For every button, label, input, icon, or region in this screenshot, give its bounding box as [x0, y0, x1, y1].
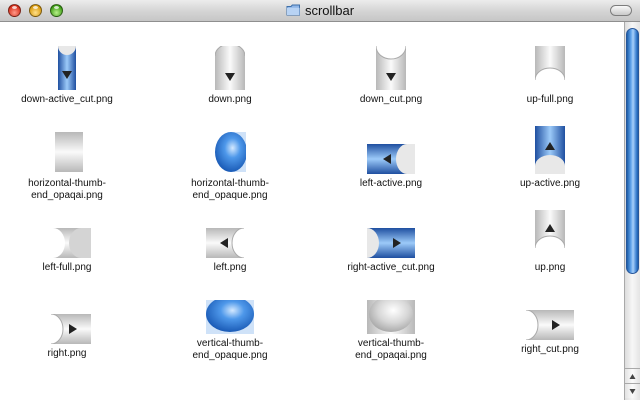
file-name-label: left-active.png: [359, 178, 423, 189]
left-full-preview-icon: [43, 228, 91, 258]
window-title: scrollbar: [304, 3, 355, 18]
file-name-label: left.png: [213, 262, 247, 273]
up-full-preview-icon: [535, 46, 565, 90]
file-name-label: right_cut.png: [521, 344, 579, 355]
file-name-label: vertical-thumb- end_opaque.png: [192, 338, 268, 361]
file-name-label: vertical-thumb- end_opaqai.png: [355, 338, 427, 361]
file-item[interactable]: down_cut.png: [316, 46, 466, 106]
file-item[interactable]: up-full.png: [475, 46, 625, 106]
scroll-thumb[interactable]: [626, 28, 639, 274]
file-item[interactable]: left-active.png: [316, 144, 466, 190]
down-cut-preview-icon: [376, 46, 406, 90]
right-preview-icon: [43, 314, 91, 344]
down-active-cut-preview-icon: [58, 46, 76, 90]
up-active-preview-icon: [535, 126, 565, 174]
scroll-down-button[interactable]: [625, 383, 640, 398]
vertical-thumb-blue-preview-icon: [206, 300, 254, 334]
right-active-cut-preview-icon: [367, 228, 415, 258]
left-active-preview-icon: [367, 144, 415, 174]
vertical-scrollbar[interactable]: [624, 22, 640, 400]
file-item[interactable]: right_cut.png: [475, 310, 625, 356]
file-name-label: up-active.png: [519, 178, 581, 189]
toolbar-toggle-button[interactable]: [610, 5, 632, 16]
file-item[interactable]: horizontal-thumb- end_opaqai.png: [0, 130, 142, 202]
file-name-label: down-active_cut.png: [21, 94, 113, 105]
file-item[interactable]: up.png: [475, 210, 625, 274]
finder-window: scrollbar down-active_cut.png down.png dow…: [0, 0, 640, 400]
vertical-thumb-gray-preview-icon: [367, 300, 415, 334]
title-bar[interactable]: scrollbar: [0, 0, 640, 22]
file-item[interactable]: down-active_cut.png: [0, 46, 142, 106]
file-icon-view: down-active_cut.png down.png down_cut.png u…: [0, 22, 624, 400]
file-item[interactable]: vertical-thumb- end_opaqai.png: [316, 300, 466, 362]
scroll-down-arrow-icon: [629, 389, 636, 394]
file-name-label: down_cut.png: [359, 94, 423, 105]
file-item[interactable]: right.png: [0, 314, 142, 360]
file-item[interactable]: left.png: [155, 228, 305, 274]
file-name-label: up.png: [534, 262, 566, 273]
horizontal-thumb-gray-preview-icon: [51, 132, 83, 172]
file-name-label: horizontal-thumb- end_opaqai.png: [28, 178, 106, 201]
scroll-up-button[interactable]: [625, 368, 640, 383]
file-name-label: up-full.png: [526, 94, 574, 105]
file-name-label: horizontal-thumb- end_opaque.png: [191, 178, 269, 201]
file-name-label: right.png: [47, 348, 87, 359]
scroll-up-arrow-icon: [629, 374, 636, 379]
file-item[interactable]: right-active_cut.png: [316, 228, 466, 274]
file-name-label: left-full.png: [42, 262, 92, 273]
folder-icon: [286, 4, 300, 16]
file-name-label: right-active_cut.png: [347, 262, 435, 273]
right-cut-preview-icon: [526, 310, 574, 340]
down-preview-icon: [215, 46, 245, 90]
horizontal-thumb-blue-preview-icon: [215, 132, 246, 172]
up-preview-icon: [535, 210, 565, 258]
file-item[interactable]: left-full.png: [0, 228, 142, 274]
file-item[interactable]: horizontal-thumb- end_opaque.png: [155, 130, 305, 202]
file-item[interactable]: up-active.png: [475, 126, 625, 190]
file-item[interactable]: vertical-thumb- end_opaque.png: [155, 300, 305, 362]
left-preview-icon: [206, 228, 254, 258]
file-item[interactable]: down.png: [155, 46, 305, 106]
file-name-label: down.png: [208, 94, 252, 105]
